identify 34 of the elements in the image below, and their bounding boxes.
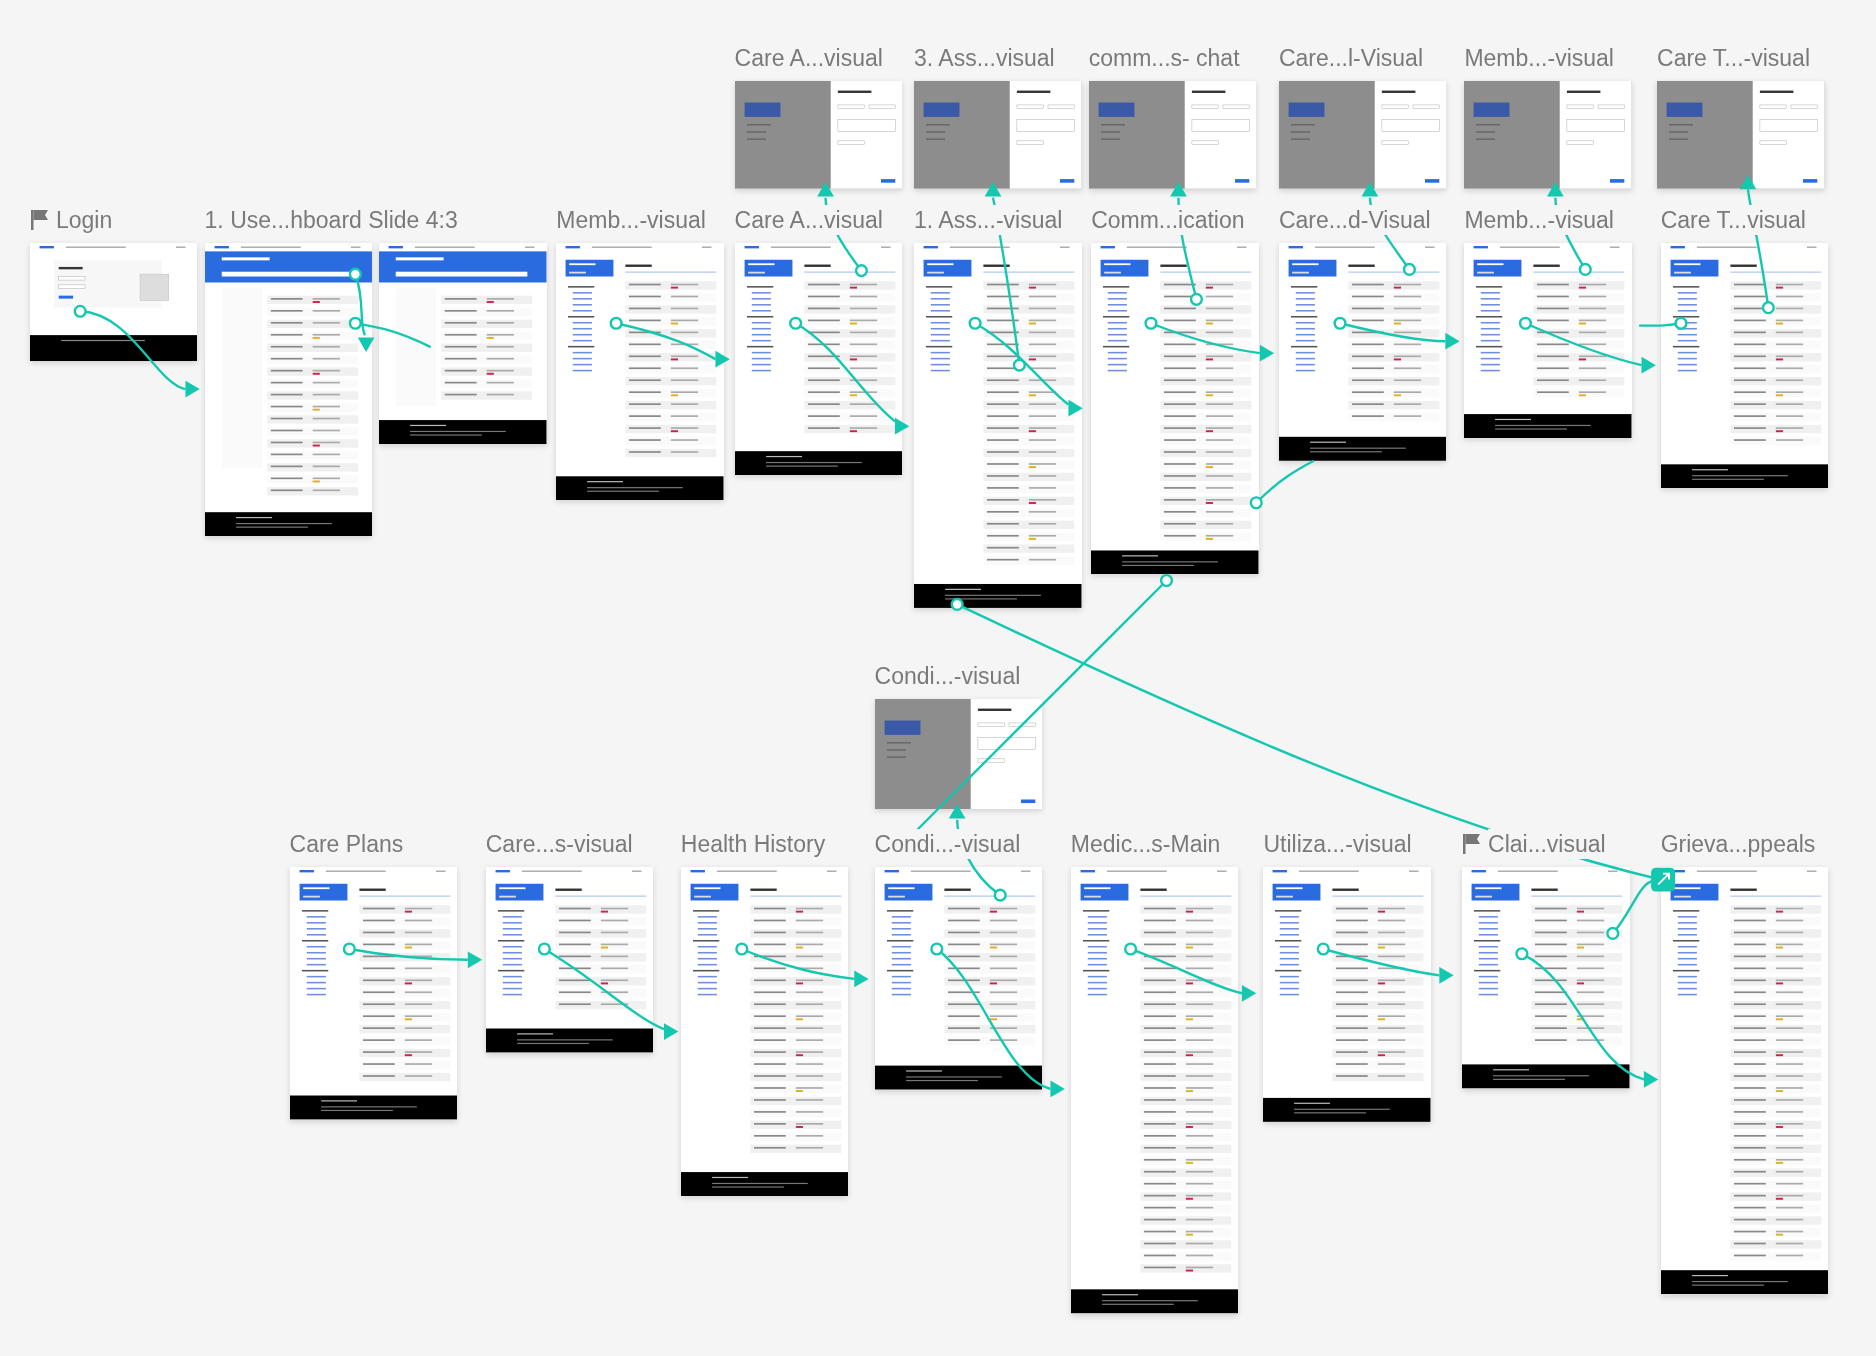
page-thumbnail-drawing[interactable] (1660, 867, 1829, 1295)
page-thumbnail-drawing[interactable] (734, 242, 903, 475)
page-thumbnail-drawing[interactable] (874, 867, 1043, 1090)
page-thumbnail-drawing[interactable] (29, 242, 198, 362)
external-link-icon (1651, 867, 1675, 892)
frame-title: Condi...-visual (874, 829, 1021, 860)
frame-title: 1. Ass...-visual (914, 204, 1063, 235)
page-thumbnail-drawing[interactable] (914, 81, 1082, 189)
frame-title: Comm...ication (1091, 204, 1245, 235)
page-thumbnail-drawing[interactable] (1462, 867, 1630, 1089)
frame-title: Care A...visual (734, 204, 883, 235)
page-thumbnail-drawing[interactable] (734, 81, 903, 189)
page-thumbnail-drawing[interactable] (914, 242, 1082, 608)
page-thumbnail-drawing[interactable] (874, 698, 1043, 809)
page-thumbnail-drawing[interactable] (680, 867, 849, 1197)
frame-title: Care...d-Visual (1278, 204, 1431, 235)
page-thumbnail-drawing[interactable] (1278, 242, 1447, 461)
page-thumbnail-drawing[interactable] (1660, 242, 1829, 489)
page-thumbnail-drawing[interactable] (379, 242, 547, 444)
page-thumbnail-drawing[interactable] (1464, 242, 1632, 438)
frame-title: Clai...visual (1488, 829, 1606, 860)
page-thumbnail-drawing[interactable] (289, 867, 458, 1120)
page-thumbnail-drawing[interactable] (204, 242, 373, 536)
page-thumbnail-drawing[interactable] (556, 242, 724, 501)
frame-title: Care T...visual (1660, 204, 1806, 235)
page-thumbnail-drawing[interactable] (1464, 81, 1632, 189)
page-thumbnail-drawing[interactable] (1657, 81, 1825, 189)
frame-title: Memb...-visual (1464, 204, 1614, 235)
page-thumbnail-drawing[interactable] (1278, 81, 1447, 189)
page-thumbnail-drawing[interactable] (1091, 242, 1259, 575)
page-thumbnail-drawing[interactable] (1088, 81, 1257, 189)
page-thumbnail-drawing[interactable] (1263, 867, 1431, 1123)
page-thumbnail-drawing[interactable] (485, 867, 654, 1053)
page-thumbnail-drawing[interactable] (1070, 867, 1239, 1314)
